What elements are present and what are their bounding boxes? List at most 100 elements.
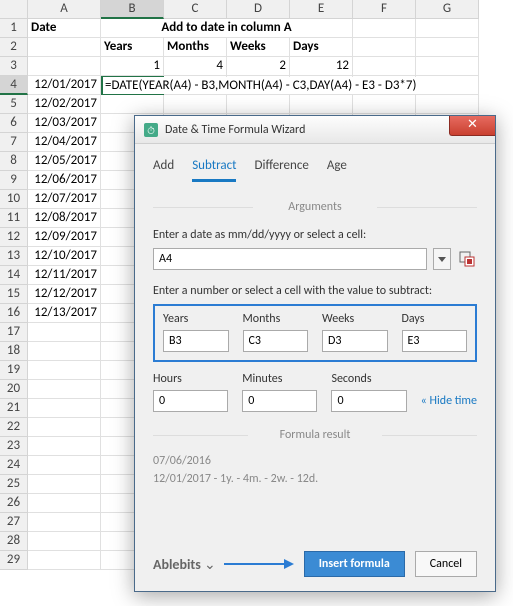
cell[interactable] [28,342,101,361]
row-header[interactable]: 9 [0,171,28,190]
cell[interactable]: 1 [101,57,164,76]
cell[interactable]: 2 [227,57,290,76]
row-header[interactable]: 2 [0,38,28,57]
cell[interactable] [28,494,101,513]
cell[interactable]: 12/04/2017 [28,133,101,152]
cell[interactable]: Date [28,19,101,38]
cell[interactable]: 12 [290,57,353,76]
hide-time-link[interactable]: Hide time [421,394,477,412]
cell-picker-button[interactable] [457,249,477,269]
close-button[interactable]: ✕ [449,116,495,136]
cell[interactable]: 4 [164,57,227,76]
row-header[interactable]: 27 [0,513,28,532]
seconds-input[interactable] [331,390,406,412]
row-header[interactable]: 21 [0,399,28,418]
cell[interactable] [28,437,101,456]
insert-formula-button[interactable]: Insert formula [304,551,405,577]
row-header[interactable]: 12 [0,228,28,247]
cell[interactable]: Years [101,38,164,57]
row-header[interactable]: 17 [0,323,28,342]
cell[interactable]: 12/07/2017 [28,190,101,209]
cell[interactable] [353,95,416,114]
cell[interactable]: 12/09/2017 [28,228,101,247]
col-header-A[interactable]: A [28,0,101,19]
select-all-corner[interactable] [0,0,28,19]
row-header[interactable]: 11 [0,209,28,228]
row-header[interactable]: 10 [0,190,28,209]
days-input[interactable] [402,330,468,352]
row-header[interactable]: 25 [0,475,28,494]
cell[interactable]: Days [290,38,353,57]
cell[interactable] [290,95,353,114]
cell[interactable] [28,361,101,380]
row-header[interactable]: 14 [0,266,28,285]
cell[interactable] [28,57,101,76]
weeks-input[interactable] [322,330,388,352]
cell[interactable]: Weeks [227,38,290,57]
cell[interactable]: 12/03/2017 [28,114,101,133]
row-header[interactable]: 23 [0,437,28,456]
hours-input[interactable] [153,390,228,412]
cell-merged-title[interactable]: Add to date in column A [101,19,353,38]
col-header-G[interactable]: G [416,0,479,19]
cell[interactable] [227,95,290,114]
row-header[interactable]: 6 [0,114,28,133]
cell[interactable] [416,38,479,57]
cell[interactable] [28,456,101,475]
cell[interactable] [28,551,101,570]
cell[interactable] [416,76,479,95]
col-header-C[interactable]: C [164,0,227,19]
row-header[interactable]: 29 [0,551,28,570]
col-header-F[interactable]: F [353,0,416,19]
row-header[interactable]: 20 [0,380,28,399]
cell[interactable] [28,380,101,399]
months-input[interactable] [243,330,309,352]
row-header[interactable]: 8 [0,152,28,171]
cell[interactable] [101,95,164,114]
row-header[interactable]: 3 [0,57,28,76]
cell[interactable] [28,399,101,418]
cell[interactable]: 12/12/2017 [28,285,101,304]
cell[interactable] [353,19,416,38]
cell[interactable] [28,418,101,437]
tab-difference[interactable]: Difference [254,158,308,182]
cell[interactable] [164,95,227,114]
row-header[interactable]: 1 [0,19,28,38]
cell[interactable] [353,38,416,57]
row-header[interactable]: 18 [0,342,28,361]
tab-add[interactable]: Add [153,158,174,182]
titlebar[interactable]: ⏱ Date & Time Formula Wizard ✕ [135,116,495,144]
row-header[interactable]: 24 [0,456,28,475]
years-input[interactable] [163,330,229,352]
row-header[interactable]: 15 [0,285,28,304]
cell[interactable]: 12/10/2017 [28,247,101,266]
cancel-button[interactable]: Cancel [415,551,477,577]
cell[interactable]: 12/11/2017 [28,266,101,285]
minutes-input[interactable] [242,390,317,412]
row-header[interactable]: 26 [0,494,28,513]
row-header[interactable]: 4 [0,76,28,95]
row-header[interactable]: 5 [0,95,28,114]
cell[interactable] [28,475,101,494]
row-header[interactable]: 13 [0,247,28,266]
col-header-D[interactable]: D [227,0,290,19]
cell[interactable] [353,57,416,76]
tab-age[interactable]: Age [327,158,347,182]
cell[interactable] [416,57,479,76]
cell[interactable] [28,38,101,57]
brand-menu[interactable]: Ablebits [153,556,216,573]
cell[interactable] [416,95,479,114]
row-header[interactable]: 7 [0,133,28,152]
col-header-E[interactable]: E [290,0,353,19]
cell[interactable] [28,532,101,551]
date-input[interactable] [153,248,427,270]
cell[interactable] [28,323,101,342]
row-header[interactable]: 16 [0,304,28,323]
col-header-B[interactable]: B [101,0,164,19]
row-header[interactable]: 19 [0,361,28,380]
cell[interactable]: 12/05/2017 [28,152,101,171]
cell[interactable]: 12/01/2017 [28,76,101,95]
cell[interactable]: Months [164,38,227,57]
date-dropdown-button[interactable] [433,248,451,270]
cell[interactable]: 12/02/2017 [28,95,101,114]
